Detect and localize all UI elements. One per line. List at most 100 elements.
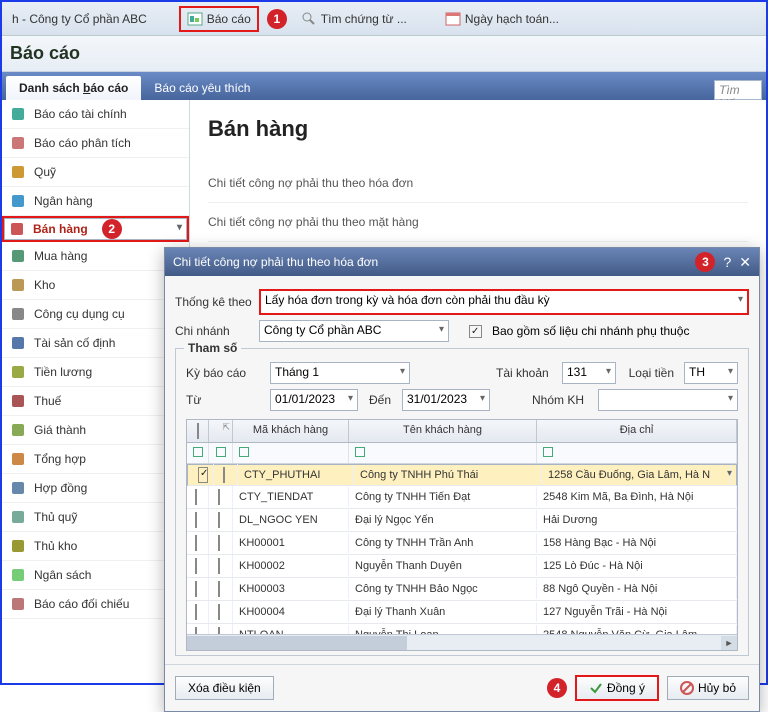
report-icon bbox=[187, 11, 203, 27]
param-group-title: Tham số bbox=[184, 341, 241, 355]
customer-grid: ⇱ Mã khách hàng Tên khách hàng Địa chỉ C… bbox=[186, 419, 738, 651]
custgrp-select[interactable] bbox=[598, 389, 738, 411]
sidebar-item-label: Tổng hợp bbox=[34, 452, 86, 466]
sidebar-item[interactable]: Thuế bbox=[2, 387, 189, 416]
sidebar-item[interactable]: Tài sản cố định bbox=[2, 329, 189, 358]
ok-button[interactable]: Đồng ý bbox=[577, 677, 657, 699]
sidebar-item[interactable]: Quỹ bbox=[2, 158, 189, 187]
tab-report-fav[interactable]: Báo cáo yêu thích bbox=[141, 76, 263, 100]
search-icon bbox=[301, 11, 317, 27]
category-icon bbox=[10, 538, 26, 554]
cancel-button[interactable]: Hủy bỏ bbox=[667, 676, 749, 700]
report-link[interactable]: Chi tiết công nợ phải thu theo mặt hàng bbox=[208, 203, 748, 242]
search-report-input[interactable]: Tìm kiế bbox=[714, 80, 762, 100]
filter-code[interactable] bbox=[239, 447, 249, 457]
sidebar-item[interactable]: Báo cáo tài chính bbox=[2, 100, 189, 129]
row-checkbox[interactable] bbox=[195, 558, 197, 574]
cell-addr: 88 Ngô Quyền - Hà Nội bbox=[537, 579, 737, 599]
sidebar-item[interactable]: Tổng hợp bbox=[2, 445, 189, 474]
sidebar-item-label: Giá thành bbox=[34, 423, 86, 437]
row-checkbox[interactable] bbox=[195, 581, 197, 597]
close-icon[interactable]: ✕ bbox=[739, 254, 751, 271]
category-icon bbox=[10, 393, 26, 409]
category-icon bbox=[10, 451, 26, 467]
report-menu[interactable]: Báo cáo bbox=[179, 6, 259, 32]
branch-select[interactable]: Công ty Cổ phần ABC bbox=[259, 320, 449, 342]
table-row[interactable]: KH00004Đại lý Thanh Xuân127 Nguyễn Trãi … bbox=[187, 601, 737, 624]
row-checkbox[interactable] bbox=[195, 604, 197, 620]
acct-select[interactable]: 131 bbox=[562, 362, 616, 384]
sidebar-item[interactable]: Ngân hàng bbox=[2, 187, 189, 216]
cell-name: Đại lý Thanh Xuân bbox=[349, 602, 537, 622]
horizontal-scrollbar[interactable]: ◄ ► bbox=[187, 634, 737, 650]
sidebar-item[interactable]: Mua hàng bbox=[2, 242, 189, 271]
search-doc-menu[interactable]: Tìm chứng từ ... bbox=[295, 8, 413, 30]
cell-addr: 158 Hàng Bạc - Hà Nội bbox=[537, 533, 737, 553]
cell-name: Công ty TNHH Bảo Ngọc bbox=[349, 579, 537, 599]
row-select[interactable] bbox=[223, 467, 225, 483]
grid-body: CTY_PHUTHAICông ty TNHH Phú Thái1258 Cầu… bbox=[187, 464, 737, 634]
table-row[interactable]: KH00002Nguyễn Thanh Duyên125 Lò Đúc - Hà… bbox=[187, 555, 737, 578]
row-select[interactable] bbox=[218, 558, 220, 574]
include-sub-checkbox[interactable] bbox=[469, 325, 482, 338]
cell-name: Nguyễn Thị Loan bbox=[349, 625, 537, 634]
table-row[interactable]: CTY_PHUTHAICông ty TNHH Phú Thái1258 Cầu… bbox=[187, 464, 737, 486]
col-addr[interactable]: Địa chỉ bbox=[537, 420, 737, 442]
table-row[interactable]: KH00003Công ty TNHH Bảo Ngọc88 Ngô Quyền… bbox=[187, 578, 737, 601]
row-select[interactable] bbox=[218, 581, 220, 597]
sidebar-item[interactable]: Tiền lương bbox=[2, 358, 189, 387]
sidebar-item[interactable]: Giá thành bbox=[2, 416, 189, 445]
row-checkbox[interactable] bbox=[198, 467, 208, 483]
period-select[interactable]: Tháng 1 bbox=[270, 362, 410, 384]
sidebar-item[interactable]: Hợp đồng bbox=[2, 474, 189, 503]
sidebar-item[interactable]: Thủ kho bbox=[2, 532, 189, 561]
col-pin: ⇱ bbox=[209, 420, 233, 442]
curr-select[interactable]: TH bbox=[684, 362, 738, 384]
col-code[interactable]: Mã khách hàng bbox=[233, 420, 349, 442]
sidebar-item[interactable]: Báo cáo phân tích bbox=[2, 129, 189, 158]
row-select[interactable] bbox=[218, 489, 220, 505]
stat-select[interactable]: Lấy hóa đơn trong kỳ và hóa đơn còn phải… bbox=[261, 291, 747, 313]
grid-filter-row bbox=[187, 443, 737, 464]
sidebar-item[interactable]: Ngân sách bbox=[2, 561, 189, 590]
row-checkbox[interactable] bbox=[195, 627, 197, 634]
grid-header: ⇱ Mã khách hàng Tên khách hàng Địa chỉ bbox=[187, 420, 737, 443]
to-date[interactable]: 31/01/2023 bbox=[402, 389, 490, 411]
from-date[interactable]: 01/01/2023 bbox=[270, 389, 358, 411]
row-checkbox[interactable] bbox=[195, 535, 197, 551]
row-checkbox[interactable] bbox=[195, 512, 197, 528]
sidebar-item[interactable]: Công cụ dụng cụ bbox=[2, 300, 189, 329]
table-row[interactable]: CTY_TIENDATCông ty TNHH Tiến Đạt2548 Kim… bbox=[187, 486, 737, 509]
sidebar-item[interactable]: Kho bbox=[2, 271, 189, 300]
filter-check[interactable] bbox=[193, 447, 203, 457]
report-link[interactable]: Chi tiết công nợ phải thu theo hóa đơn bbox=[208, 164, 748, 203]
row-select[interactable] bbox=[218, 512, 220, 528]
tab-report-list[interactable]: Danh sách báo cáo bbox=[6, 76, 141, 100]
row-select[interactable] bbox=[218, 535, 220, 551]
scroll-right-icon[interactable]: ► bbox=[721, 636, 737, 650]
col-check-all[interactable] bbox=[187, 420, 209, 442]
category-icon bbox=[10, 306, 26, 322]
filter-name[interactable] bbox=[355, 447, 365, 457]
category-icon bbox=[10, 480, 26, 496]
help-icon[interactable]: ? bbox=[723, 254, 731, 270]
table-row[interactable]: KH00001Công ty TNHH Trần Anh158 Hàng Bạc… bbox=[187, 532, 737, 555]
scroll-thumb[interactable] bbox=[187, 636, 407, 650]
custgrp-label: Nhóm KH bbox=[532, 393, 592, 407]
row-select[interactable] bbox=[218, 627, 220, 634]
date-menu[interactable]: Ngày hạch toán... bbox=[439, 8, 565, 30]
table-row[interactable]: NTLOANNguyễn Thị Loan2548 Nguyễn Văn Cừ,… bbox=[187, 624, 737, 634]
sidebar-item[interactable]: Thủ quỹ bbox=[2, 503, 189, 532]
clear-filter-button[interactable]: Xóa điều kiện bbox=[175, 676, 274, 700]
badge-3: 3 bbox=[695, 252, 715, 272]
cell-code: KH00002 bbox=[233, 556, 349, 576]
filter-addr[interactable] bbox=[543, 447, 553, 457]
row-checkbox[interactable] bbox=[195, 489, 197, 505]
sidebar-item[interactable]: Báo cáo đối chiếu bbox=[2, 590, 189, 619]
sidebar-item[interactable]: Bán hàng 2 bbox=[4, 218, 187, 240]
filter-box[interactable] bbox=[216, 447, 226, 457]
row-select[interactable] bbox=[218, 604, 220, 620]
category-icon bbox=[10, 135, 26, 151]
col-name[interactable]: Tên khách hàng bbox=[349, 420, 537, 442]
table-row[interactable]: DL_NGOC YENĐại lý Ngọc YếnHải Dương bbox=[187, 509, 737, 532]
